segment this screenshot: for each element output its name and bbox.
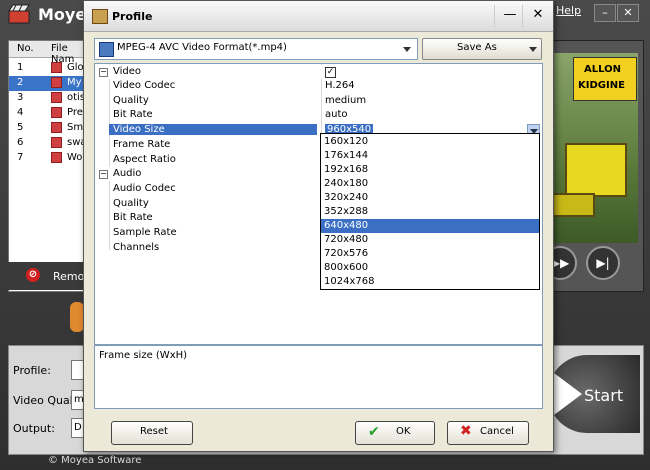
collapse-icon[interactable]: − <box>99 68 108 77</box>
file-list-header: No. File Nam <box>9 41 89 65</box>
preview-panel: ALLON KIDGINE ▶▶ ▶| <box>540 40 644 292</box>
video-enabled-checkbox[interactable]: ✓ <box>325 67 336 78</box>
size-option[interactable]: 240x180 <box>321 177 539 191</box>
list-item[interactable]: 5 Sm <box>9 121 89 136</box>
dialog-titlebar[interactable]: Profile — ✕ <box>84 1 553 32</box>
size-option-highlighted[interactable]: 640x480 <box>321 219 539 233</box>
app-close-button[interactable]: ✕ <box>617 4 639 22</box>
size-option[interactable]: 800x600 <box>321 261 539 275</box>
column-no[interactable]: No. <box>17 43 34 54</box>
description-text: Frame size (WxH) <box>99 350 188 361</box>
profile-icon <box>92 9 108 24</box>
clapperboard-logo-icon <box>8 4 30 24</box>
dialog-minimize-button[interactable]: — <box>494 5 525 27</box>
list-item[interactable]: 6 swa <box>9 136 89 151</box>
format-value: MPEG-4 AVC Video Format(*.mp4) <box>117 42 287 53</box>
size-option[interactable]: 320x240 <box>321 191 539 205</box>
list-item[interactable]: 1 Glo <box>9 61 89 76</box>
file-icon <box>51 137 62 148</box>
collapse-icon[interactable]: − <box>99 170 108 179</box>
video-format-icon <box>99 42 114 57</box>
output-label: Output: <box>13 422 55 435</box>
size-option[interactable]: 192x168 <box>321 163 539 177</box>
description-panel: Frame size (WxH) <box>94 345 543 409</box>
help-link[interactable]: Help <box>556 4 581 17</box>
copyright-text: © Moyea Software <box>48 455 142 466</box>
list-item[interactable]: 7 Wo <box>9 151 89 166</box>
list-item[interactable]: 2 My <box>9 76 89 91</box>
start-label: Start <box>584 386 624 405</box>
size-option[interactable]: 352x288 <box>321 205 539 219</box>
size-option[interactable]: 1024x768 <box>321 275 539 289</box>
preview-sign: ALLON KIDGINE <box>573 57 637 101</box>
file-icon <box>51 122 62 133</box>
video-size-dropdown-list[interactable]: 160x120 176x144 192x168 240x180 320x240 … <box>320 133 540 290</box>
remove-bar: ⊘ Remov <box>8 262 91 290</box>
file-icon <box>51 77 62 88</box>
save-as-button[interactable]: Save As <box>422 38 542 60</box>
category-video[interactable]: − Video ✓ <box>95 65 542 79</box>
list-item[interactable]: 3 otis <box>9 91 89 106</box>
size-option[interactable]: 160x120 <box>321 135 539 149</box>
file-list[interactable]: No. File Nam 1 Glo 2 My 3 otis 4 Pre 5 Sm 6 sw… <box>8 40 90 292</box>
dialog-title: Profile <box>112 10 153 23</box>
profile-label: Profile: <box>13 364 51 377</box>
property-row[interactable]: Quality medium <box>95 94 542 108</box>
chevron-down-icon[interactable] <box>529 47 537 52</box>
dialog-close-button[interactable]: ✕ <box>522 5 553 27</box>
file-icon <box>51 107 62 118</box>
cancel-button[interactable]: ✖ Cancel <box>447 421 529 445</box>
format-select[interactable]: MPEG-4 AVC Video Format(*.mp4) <box>94 38 418 60</box>
edit-handle[interactable] <box>70 302 84 332</box>
property-row[interactable]: Video Codec H.264 <box>95 79 542 93</box>
remove-icon[interactable]: ⊘ <box>26 268 40 282</box>
bulldozer-blade-shape <box>551 193 595 217</box>
ok-button[interactable]: ✔ OK <box>355 421 435 445</box>
chevron-down-icon[interactable] <box>403 47 411 52</box>
size-option[interactable]: 176x144 <box>321 149 539 163</box>
file-icon <box>51 92 62 103</box>
property-row[interactable]: Bit Rate auto <box>95 108 542 122</box>
next-frame-icon[interactable]: ▶| <box>586 246 620 280</box>
bulldozer-shape <box>565 143 627 197</box>
play-arrow-icon <box>554 373 582 415</box>
file-icon <box>51 62 62 73</box>
preview-image: ALLON KIDGINE <box>543 53 638 243</box>
list-item[interactable]: 4 Pre <box>9 106 89 121</box>
size-option[interactable]: 720x480 <box>321 233 539 247</box>
checkmark-icon: ✔ <box>368 424 380 440</box>
app-minimize-button[interactable]: – <box>594 4 616 22</box>
reset-button[interactable]: Reset <box>111 421 193 445</box>
file-icon <box>51 152 62 163</box>
cancel-x-icon: ✖ <box>460 423 472 439</box>
size-option[interactable]: 720x576 <box>321 247 539 261</box>
